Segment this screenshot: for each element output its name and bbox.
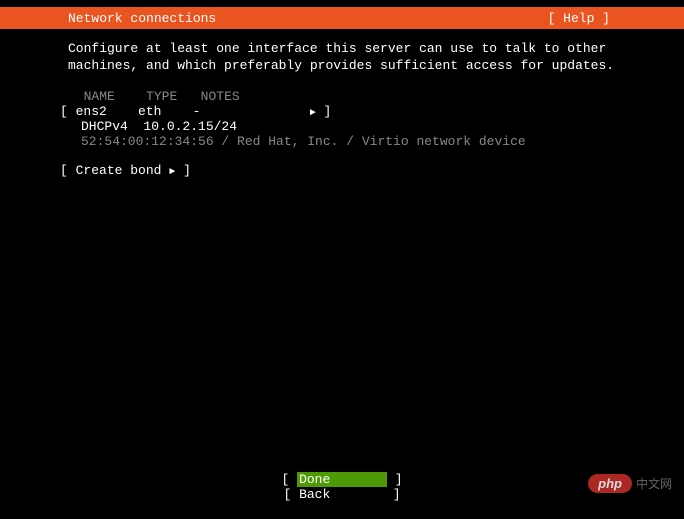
interface-row-ens2[interactable]: [ ens2 eth - ► ] — [60, 104, 616, 119]
header-bar: Network connections [ Help ] — [0, 7, 684, 29]
create-bond-button[interactable]: [ Create bond ► ] — [60, 163, 616, 178]
back-button[interactable]: Back — [299, 487, 393, 502]
instructions-text: Configure at least one interface this se… — [68, 41, 616, 75]
watermark-text: 中文网 — [636, 475, 672, 492]
chevron-right-icon: ► — [310, 108, 316, 119]
done-button[interactable]: Done — [297, 472, 387, 487]
footer-buttons: [ Done ] [ Back ] — [0, 472, 684, 503]
interface-address: DHCPv4 10.0.2.15/24 — [68, 119, 616, 134]
help-button[interactable]: [ Help ] — [548, 11, 684, 26]
interface-table-header: NAME TYPE NOTES — [68, 89, 616, 104]
watermark-logo: php — [588, 474, 632, 493]
page-title: Network connections — [0, 11, 216, 26]
watermark: php 中文网 — [588, 474, 672, 493]
chevron-right-icon: ► — [169, 167, 175, 178]
interface-mac-info: 52:54:00:12:34:56 / Red Hat, Inc. / Virt… — [68, 134, 616, 149]
